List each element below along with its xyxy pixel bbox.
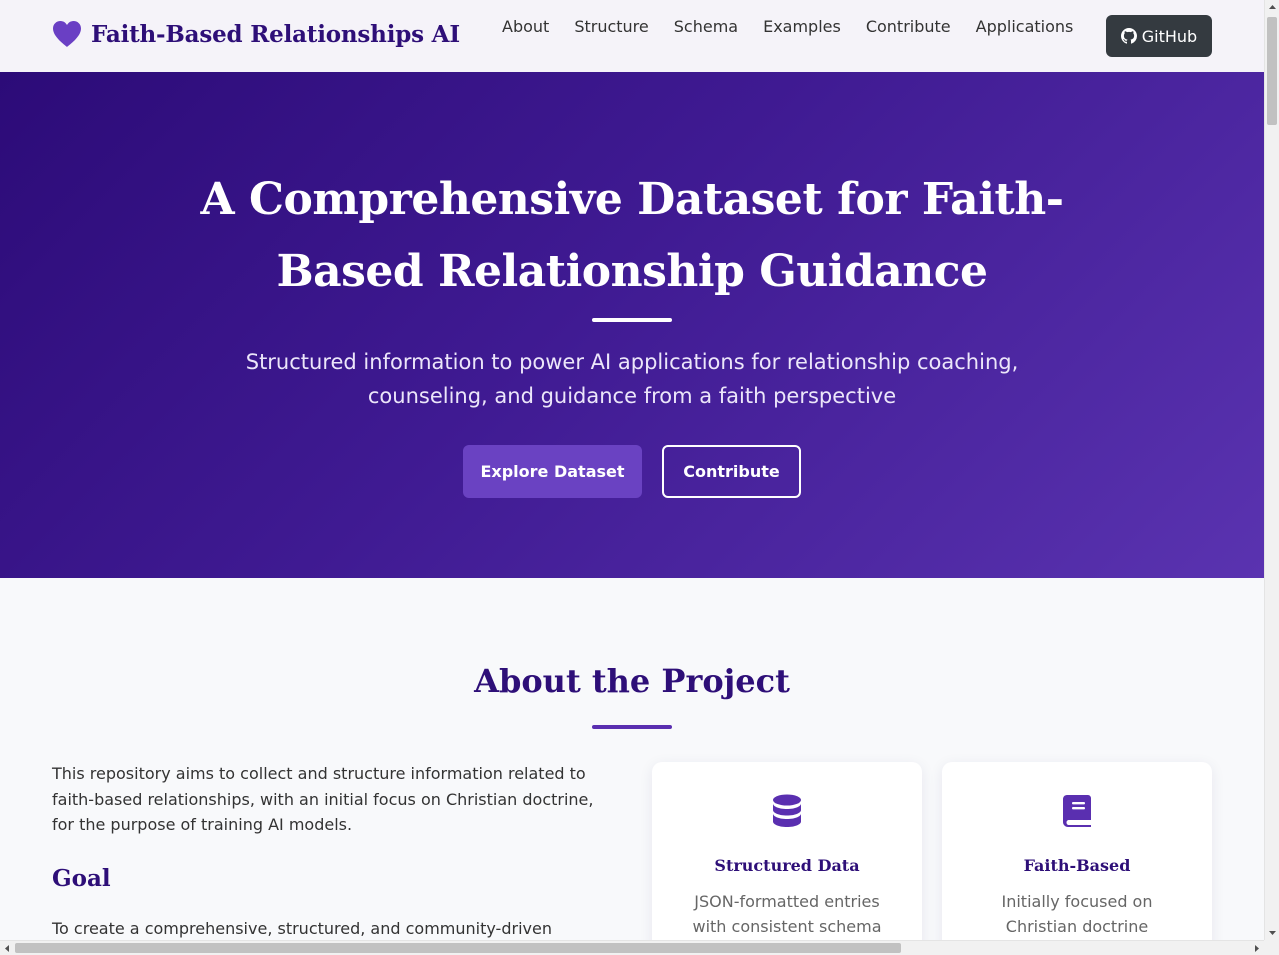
about-title: About the Project [474, 662, 790, 700]
nav-link-contribute[interactable]: Contribute [866, 17, 951, 36]
nav-link-applications[interactable]: Applications [976, 17, 1074, 36]
github-label: GitHub [1141, 26, 1198, 46]
heart-icon [53, 21, 81, 47]
hero-section: A Comprehensive Dataset for Faith-Based … [0, 72, 1264, 578]
scroll-up-arrow-icon[interactable] [1265, 0, 1279, 15]
about-divider [592, 725, 672, 729]
github-icon [1120, 28, 1137, 44]
scroll-right-arrow-icon[interactable] [1249, 941, 1264, 955]
feature-card-faith-based: Faith-Based Initially focused on Christi… [942, 762, 1212, 955]
scroll-left-arrow-icon[interactable] [0, 941, 15, 955]
card-text: JSON-formatted entries with consistent s… [692, 892, 882, 936]
card-text: Initially focused on Christian doctrine [1001, 892, 1153, 936]
scrollbar-corner [1264, 940, 1279, 955]
database-icon [773, 794, 801, 827]
horizontal-scrollbar[interactable] [0, 940, 1264, 955]
goal-heading: Goal [52, 865, 111, 892]
feature-card-structured-data: Structured Data JSON-formatted entries w… [652, 762, 922, 955]
nav-link-schema[interactable]: Schema [674, 17, 738, 36]
brand-name: Faith-Based Relationships AI [91, 20, 460, 48]
vertical-scrollbar[interactable] [1264, 0, 1279, 940]
contribute-button[interactable]: Contribute [662, 445, 801, 498]
github-button[interactable]: GitHub [1106, 15, 1212, 57]
nav-link-about[interactable]: About [502, 17, 549, 36]
hero-title: A Comprehensive Dataset for Faith-Based … [200, 174, 1064, 297]
book-icon [1063, 795, 1091, 827]
about-intro: This repository aims to collect and stru… [52, 764, 594, 834]
hero-divider [592, 318, 672, 322]
main-nav: About Structure Schema Examples Contribu… [502, 17, 1098, 36]
card-title: Faith-Based [1023, 856, 1131, 875]
navbar: Faith-Based Relationships AI About Struc… [0, 0, 1264, 72]
hero-subtitle: Structured information to power AI appli… [245, 350, 1019, 408]
card-title: Structured Data [714, 856, 860, 875]
explore-dataset-button[interactable]: Explore Dataset [463, 445, 642, 498]
nav-link-examples[interactable]: Examples [763, 17, 841, 36]
nav-link-structure[interactable]: Structure [574, 17, 648, 36]
scroll-down-arrow-icon[interactable] [1265, 925, 1279, 940]
vertical-scroll-thumb[interactable] [1267, 17, 1277, 125]
goal-text: To create a comprehensive, structured, a… [52, 919, 552, 938]
horizontal-scroll-thumb[interactable] [15, 943, 901, 953]
brand-logo[interactable]: Faith-Based Relationships AI [52, 20, 460, 48]
